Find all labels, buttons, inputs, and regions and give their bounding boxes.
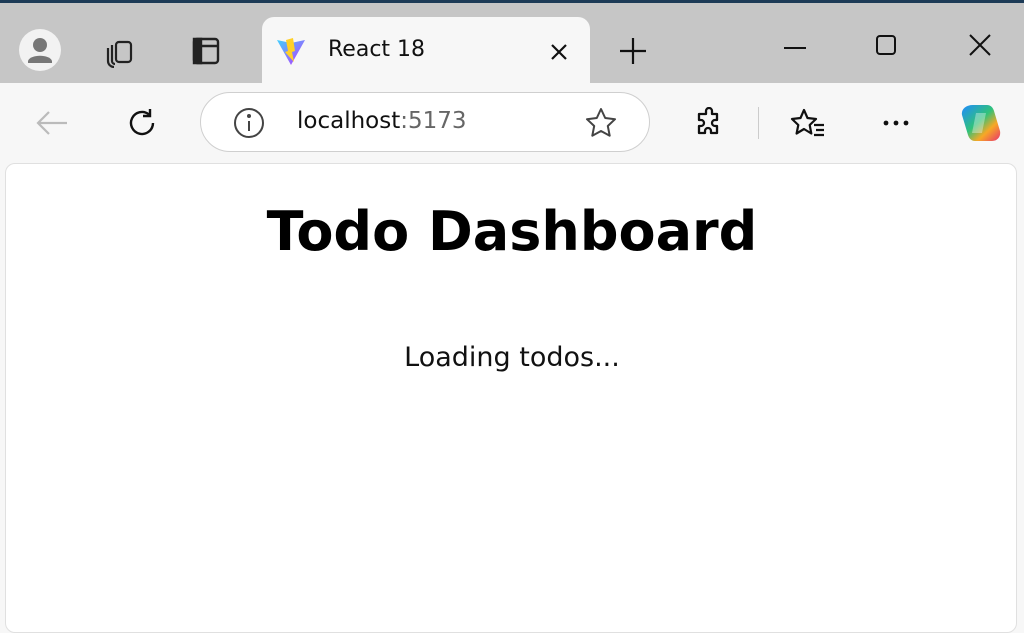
url-port: :5173: [400, 108, 467, 134]
tab-react-18[interactable]: React 18: [262, 17, 590, 87]
refresh-icon[interactable]: [120, 103, 164, 143]
favorites-icon[interactable]: [787, 103, 829, 143]
minimize-icon[interactable]: [775, 28, 815, 68]
profile-icon[interactable]: [15, 25, 65, 75]
more-icon[interactable]: [876, 103, 916, 143]
close-tab-icon[interactable]: [544, 37, 574, 67]
browser-toolbar: localhost:5173: [0, 83, 1024, 163]
loading-message: Loading todos...: [404, 342, 620, 373]
tab-actions-icon[interactable]: [186, 31, 226, 71]
workspaces-icon[interactable]: [100, 31, 140, 71]
extensions-icon[interactable]: [689, 103, 729, 143]
favorite-star-icon[interactable]: [581, 105, 621, 141]
new-tab-icon[interactable]: [612, 30, 654, 72]
address-bar[interactable]: localhost:5173: [200, 92, 650, 152]
maximize-icon[interactable]: [866, 25, 906, 65]
tab-bar: React 18: [0, 3, 1024, 87]
page-viewport: Todo Dashboard Loading todos...: [5, 163, 1017, 633]
page-title: Todo Dashboard: [266, 200, 758, 263]
copilot-icon[interactable]: [956, 99, 1006, 147]
close-window-icon[interactable]: [960, 25, 1000, 65]
site-info-icon[interactable]: [231, 105, 267, 141]
toolbar-divider: [758, 107, 759, 139]
tab-title: React 18: [328, 37, 426, 62]
url-text[interactable]: localhost:5173: [297, 108, 467, 134]
back-icon[interactable]: [30, 103, 74, 143]
url-host: localhost: [297, 108, 401, 134]
vite-logo-icon: [274, 35, 308, 69]
